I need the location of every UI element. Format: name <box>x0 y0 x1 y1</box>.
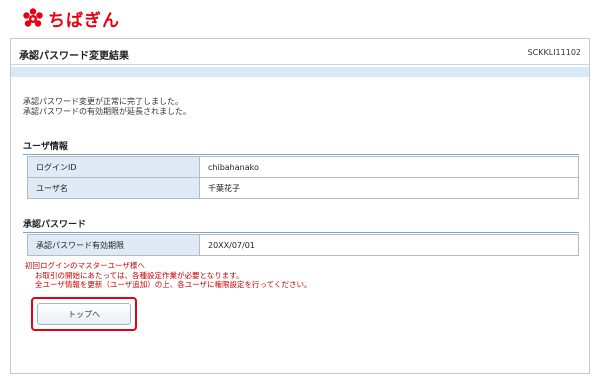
page-title: 承認パスワード変更結果 <box>19 51 129 62</box>
header: ちばぎん <box>0 0 600 38</box>
top-button[interactable]: トップへ <box>37 303 131 325</box>
password-expiry-value: 20XX/07/01 <box>199 234 579 256</box>
notice-line: 初回ログインのマスターユーザ様へ <box>25 261 145 270</box>
user-info-table: ログインID chibahanako ユーザ名 千葉花子 <box>27 156 579 199</box>
notice-line: 全ユーザ情報を更新（ユーザ追加）の上、各ユーザに権限設定を行ってください。 <box>35 280 312 289</box>
main-panel: 承認パスワード変更結果 SCKKLI11102 承認パスワード変更が正常に完了し… <box>10 38 590 374</box>
approval-password-heading: 承認パスワード <box>23 217 579 233</box>
title-bar: 承認パスワード変更結果 SCKKLI11102 <box>11 39 589 65</box>
login-id-label: ログインID <box>27 156 200 178</box>
table-row: ログインID chibahanako <box>27 156 579 178</box>
brand-logo-text: ちばぎん <box>48 11 120 31</box>
master-user-notice: 初回ログインのマスターユーザ様へ お取引の開始にあたっては、各種設定作業が必要と… <box>25 261 311 290</box>
password-expiry-label: 承認パスワード有効期限 <box>27 234 200 256</box>
completion-message: 承認パスワード変更が正常に完了しました。 承認パスワードの有効期限が延長されまし… <box>23 97 579 117</box>
table-row: ユーザ名 千葉花子 <box>27 177 579 199</box>
divider-band <box>11 67 589 77</box>
login-id-value: chibahanako <box>199 156 579 178</box>
user-name-label: ユーザ名 <box>27 177 200 199</box>
message-line: 承認パスワード変更が正常に完了しました。 <box>23 97 183 106</box>
approval-password-table: 承認パスワード有効期限 20XX/07/01 <box>27 234 579 256</box>
table-row: 承認パスワード有効期限 20XX/07/01 <box>27 234 579 256</box>
user-name-value: 千葉花子 <box>199 177 579 199</box>
top-button-highlight: トップへ <box>31 297 137 331</box>
chibagin-logo-icon <box>23 8 43 27</box>
screen-id: SCKKLI11102 <box>527 48 581 57</box>
user-info-heading: ユーザ情報 <box>23 139 579 155</box>
notice-line: お取引の開始にあたっては、各種設定作業が必要となります。 <box>35 270 244 280</box>
message-line: 承認パスワードの有効期限が延長されました。 <box>23 107 191 116</box>
